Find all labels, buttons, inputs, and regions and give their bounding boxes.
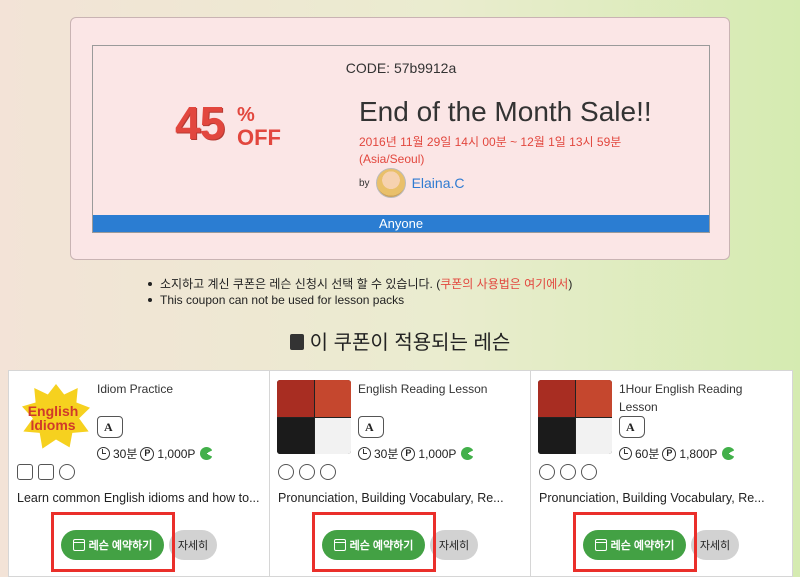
book-icon (289, 334, 304, 350)
lesson-info: 30분 P 1,000P (97, 445, 214, 462)
sale-period: 2016년 11월 29일 14시 00분 ~ 12월 1일 13시 59분 (… (359, 135, 622, 166)
feature-icons (278, 464, 336, 480)
author-row: by Elaina.C (359, 167, 464, 199)
speaking-icon (581, 464, 597, 480)
level-cup-icon (97, 416, 123, 438)
highlight-box (51, 512, 175, 572)
coupon-usage-link[interactable]: 쿠폰의 사용법은 여기에서 (440, 277, 568, 291)
lesson-duration: 30분 (374, 447, 399, 461)
lesson-info: 30분 P 1,000P (358, 445, 475, 462)
lesson-price: 1,000P (157, 446, 196, 461)
lesson-price: 1,800P (679, 446, 718, 461)
pronunciation-icon (278, 464, 294, 480)
pronunciation-icon (539, 464, 555, 480)
details-button[interactable]: 자세히 (430, 530, 478, 560)
speaking-icon (320, 464, 336, 480)
details-button[interactable]: 자세히 (691, 530, 739, 560)
lesson-thumbnail[interactable] (277, 380, 351, 454)
audience-bar: Anyone (93, 215, 709, 232)
feature-icons (17, 464, 75, 480)
lesson-duration: 60분 (635, 447, 660, 461)
coupon-card: CODE: 57b9912a 45 % OFF End of the Month… (70, 17, 730, 260)
lesson-description: Learn common English idioms and how to..… (17, 491, 260, 505)
highlight-box (312, 512, 436, 572)
note-text: 소지하고 계신 쿠폰은 레슨 신청시 선택 할 수 있습니다. ( (160, 277, 441, 291)
speaking-icon (59, 464, 75, 480)
discount-percent: % (237, 104, 255, 126)
discount-number: 45 (175, 97, 225, 149)
discount-badge: 45 % OFF (175, 96, 295, 156)
lesson-card: 1Hour English Reading Lesson 60분 P 1,800… (531, 371, 792, 576)
lesson-duration: 30분 (113, 447, 138, 461)
feature-icons (539, 464, 597, 480)
level-cup-icon (619, 416, 645, 438)
lesson-price: 1,000P (418, 446, 457, 461)
clock-icon (358, 447, 371, 460)
lesson-info: 60분 P 1,800P (619, 445, 736, 462)
coupon-code: CODE: 57b9912a (345, 60, 457, 76)
point-icon: P (662, 446, 677, 461)
lesson-grid: EnglishIdioms Idiom Practice 30분 P 1,000… (8, 370, 793, 577)
lesson-card: English Reading Lesson 30분 P 1,000P Pron… (270, 371, 531, 576)
listening-icon (560, 464, 576, 480)
trial-icon (722, 447, 736, 460)
coupon-notes: 소지하고 계신 쿠폰은 레슨 신청시 선택 할 수 있습니다. (쿠폰의 사용법… (146, 276, 572, 308)
details-button[interactable]: 자세히 (169, 530, 217, 560)
writing-icon (17, 464, 33, 480)
coupon-inner: CODE: 57b9912a 45 % OFF End of the Month… (92, 45, 710, 233)
trial-icon (200, 447, 214, 460)
level-cup-icon (358, 416, 384, 438)
discount-off: OFF (237, 125, 281, 150)
by-label: by (359, 177, 370, 189)
lesson-title[interactable]: English Reading Lesson (358, 380, 522, 398)
note-item: 소지하고 계신 쿠폰은 레슨 신청시 선택 할 수 있습니다. (쿠폰의 사용법… (146, 276, 572, 292)
point-icon: P (401, 446, 416, 461)
lesson-thumbnail[interactable] (538, 380, 612, 454)
clock-icon (97, 447, 110, 460)
section-title: 이 쿠폰이 적용되는 레슨 (0, 326, 800, 355)
lesson-title[interactable]: 1Hour English Reading Lesson (619, 380, 784, 416)
lesson-thumbnail[interactable]: English Idioms (16, 380, 90, 454)
lesson-title[interactable]: Idiom Practice (97, 380, 261, 398)
clock-icon (619, 447, 632, 460)
note-close: ) (568, 277, 573, 291)
sale-title: End of the Month Sale!! (359, 96, 652, 127)
trial-icon (461, 447, 475, 460)
section-title-text: 이 쿠폰이 적용되는 레슨 (309, 332, 511, 354)
money-icon (38, 464, 54, 480)
author-avatar[interactable] (375, 168, 406, 198)
thumbnail-text: English Idioms (27, 403, 79, 433)
listening-icon (299, 464, 315, 480)
author-link[interactable]: Elaina.C (412, 175, 465, 191)
note-item: This coupon can not be used for lesson p… (146, 292, 572, 308)
highlight-box (573, 512, 697, 572)
point-icon: P (140, 446, 155, 461)
lesson-card: EnglishIdioms Idiom Practice 30분 P 1,000… (9, 371, 270, 576)
lesson-description: Pronunciation, Building Vocabulary, Re..… (539, 491, 765, 505)
lesson-description: Pronunciation, Building Vocabulary, Re..… (278, 491, 504, 505)
